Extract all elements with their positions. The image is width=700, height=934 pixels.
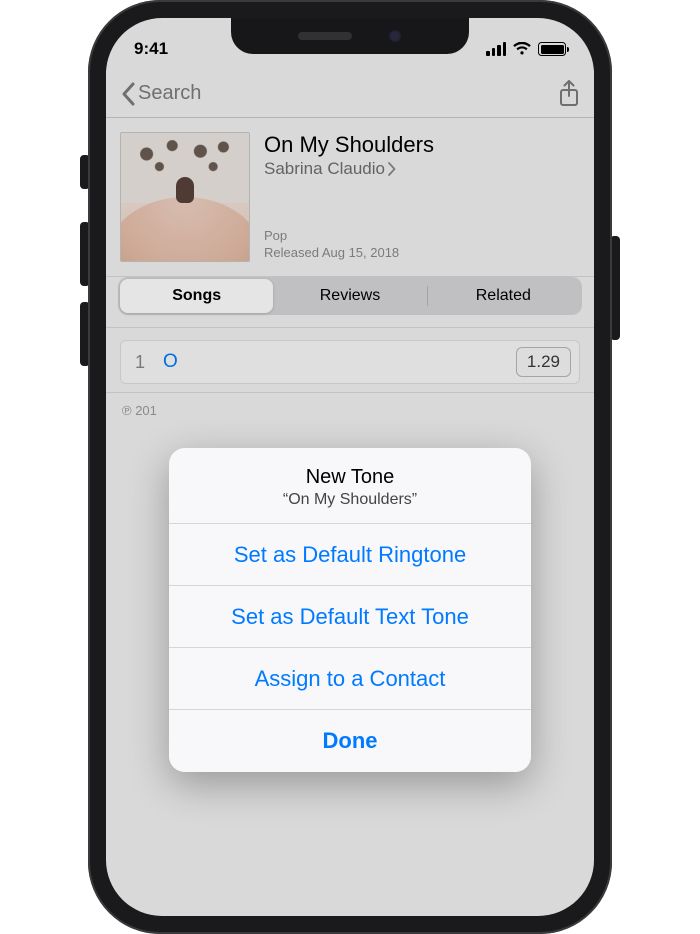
iphone-device-frame: 9:41 Search	[88, 0, 612, 934]
set-default-ringtone-button[interactable]: Set as Default Ringtone	[169, 524, 531, 586]
sheet-item-label: Set as Default Text Tone	[231, 604, 469, 630]
action-sheet-subtitle: “On My Shoulders”	[181, 491, 519, 509]
action-sheet: New Tone “On My Shoulders” Set as Defaul…	[169, 448, 531, 772]
sheet-item-label: Assign to a Contact	[255, 666, 446, 692]
assign-to-contact-button[interactable]: Assign to a Contact	[169, 648, 531, 710]
sheet-item-label: Done	[323, 728, 378, 754]
action-sheet-title: New Tone	[181, 466, 519, 489]
action-sheet-header: New Tone “On My Shoulders”	[169, 448, 531, 524]
screen: 9:41 Search	[106, 18, 594, 916]
set-default-texttone-button[interactable]: Set as Default Text Tone	[169, 586, 531, 648]
sheet-item-label: Set as Default Ringtone	[234, 542, 466, 568]
done-button[interactable]: Done	[169, 710, 531, 772]
